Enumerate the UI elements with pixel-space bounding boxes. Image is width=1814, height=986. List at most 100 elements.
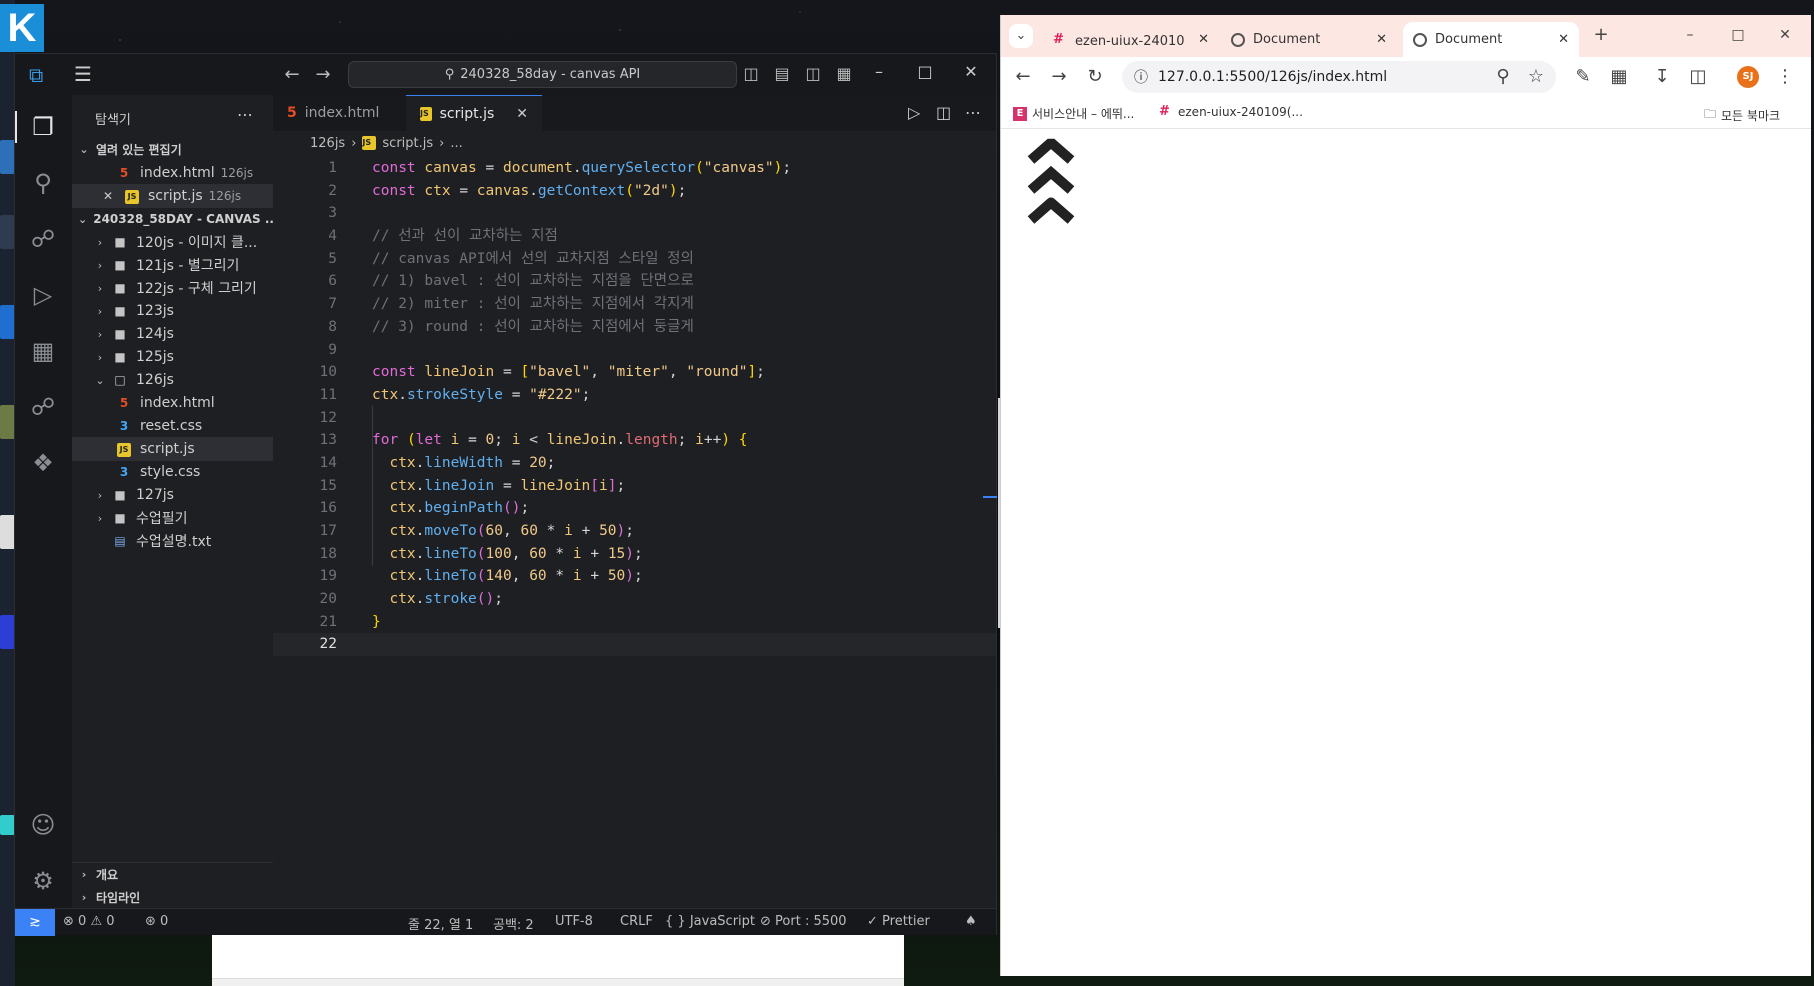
more-actions-icon[interactable]: ⋯ (965, 103, 981, 122)
git-graph-icon[interactable]: ☍ (25, 389, 61, 425)
live-server-port[interactable]: ⊘ Port : 5500 (760, 914, 847, 929)
source-control-icon[interactable]: ☍ (25, 221, 61, 257)
code-token: "bavel" (529, 364, 591, 381)
minimize-button[interactable]: – (1678, 23, 1702, 47)
close-icon[interactable]: ✕ (1198, 32, 1209, 47)
desktop-shortcut-icon[interactable] (0, 405, 15, 439)
tree-file-item[interactable]: 3 style.css (72, 460, 273, 484)
search-icon[interactable]: ⚲ (25, 165, 61, 201)
tab-script-js[interactable]: JS script.js ✕ (406, 95, 542, 131)
open-editors-section[interactable]: ⌄ 열려 있는 편집기 (72, 137, 273, 161)
all-bookmarks[interactable]: 🗀 모든 북마크 (1704, 105, 1780, 126)
indentation[interactable]: 공백: 2 (493, 914, 534, 933)
customize-layout-icon[interactable]: ▦ (833, 64, 855, 84)
download-icon[interactable]: ↧ (1650, 65, 1674, 89)
kebab-menu-icon[interactable]: ⋮ (1773, 65, 1797, 89)
close-icon[interactable]: ✕ (1376, 32, 1387, 47)
breadcrumb-file[interactable]: script.js (382, 136, 433, 151)
notifications-bell-icon[interactable]: ♠ (965, 914, 977, 929)
desktop-shortcut-icon[interactable] (0, 815, 15, 835)
prettier-status[interactable]: ✓ Prettier (867, 914, 930, 929)
reload-icon[interactable]: ↻ (1083, 65, 1107, 89)
browser-tab[interactable]: # ezen-uiux-240109(지 ✕ (1043, 22, 1219, 57)
open-editor-item[interactable]: ✕ JS script.js 126js (72, 184, 273, 208)
breadcrumb-folder[interactable]: 126js (310, 136, 345, 151)
bookmark-item[interactable]: # ezen-uiux-240109(... (1159, 105, 1303, 120)
desktop-shortcut-icon[interactable] (0, 515, 15, 549)
toggle-panel-icon[interactable]: ▤ (771, 64, 793, 84)
run-icon[interactable]: ▷ (908, 103, 920, 122)
tree-folder-item[interactable]: › ■ 123js (72, 299, 273, 323)
tab-search-chevron-icon[interactable]: ⌄ (1009, 24, 1033, 48)
tree-folder-item[interactable]: › ■ 122js - 구체 그리기 (72, 276, 273, 300)
minimize-button[interactable]: – (864, 62, 894, 81)
remote-explorer-icon[interactable]: ❖ (25, 445, 61, 481)
desktop-shortcut-icon[interactable] (0, 140, 15, 174)
extensions-puzzle-icon[interactable]: ▦ (1607, 65, 1631, 89)
close-icon[interactable]: ✕ (516, 106, 528, 122)
chevron-right-icon: › (81, 890, 87, 904)
run-debug-icon[interactable]: ▷ (25, 277, 61, 313)
ports-indicator[interactable]: ⊛ 0 (145, 914, 168, 929)
close-icon[interactable]: ✕ (1558, 32, 1569, 47)
side-panel-icon[interactable]: ◫ (1686, 65, 1710, 89)
profile-avatar[interactable]: SJ (1737, 66, 1759, 88)
zoom-icon[interactable]: ⚲ (1491, 65, 1515, 89)
browser-tab-active[interactable]: Document ✕ (1403, 22, 1579, 57)
new-tab-plus-icon[interactable]: + (1589, 23, 1613, 47)
extension-icon[interactable]: ✎ (1571, 65, 1595, 89)
tree-folder-item[interactable]: › ■ 수업필기 (72, 506, 273, 530)
split-editor-icon[interactable]: ◫ (936, 103, 951, 122)
explorer-icon[interactable]: ❐ (15, 109, 61, 145)
forward-arrow-icon[interactable]: → (1047, 65, 1071, 89)
browser-tab[interactable]: Document ✕ (1221, 22, 1397, 57)
tree-folder-item[interactable]: ⌄ □ 126js (72, 368, 273, 392)
bookmark-star-icon[interactable]: ☆ (1524, 65, 1548, 89)
breadcrumb-symbol[interactable]: ... (450, 136, 462, 151)
back-arrow-icon[interactable]: ← (1011, 65, 1035, 89)
language-mode[interactable]: { } JavaScript (665, 914, 755, 929)
bookmark-item[interactable]: E 서비스안내 – 에뛰... (1013, 105, 1134, 122)
remote-indicator-icon[interactable]: ≳ (15, 908, 55, 936)
site-info-icon[interactable]: ⓘ (1134, 67, 1148, 87)
tree-file-item[interactable]: 3 reset.css (72, 414, 273, 438)
tree-folder-item[interactable]: › ■ 124js (72, 322, 273, 346)
toggle-sidebar-icon[interactable]: ◫ (740, 64, 762, 84)
outline-section[interactable]: › 개요 (72, 862, 273, 886)
tree-file-item[interactable]: JS script.js (72, 437, 273, 461)
hamburger-menu-icon[interactable]: ☰ (71, 62, 95, 86)
close-button[interactable]: ✕ (1773, 23, 1797, 47)
end-of-line[interactable]: CRLF (620, 914, 653, 929)
settings-gear-icon[interactable]: ⚙ (25, 863, 61, 899)
forward-arrow-icon[interactable]: → (312, 64, 334, 85)
close-icon[interactable]: ✕ (100, 189, 116, 203)
desktop-app-icon[interactable]: K (0, 4, 44, 52)
more-actions-icon[interactable]: ⋯ (237, 105, 253, 124)
tree-folder-item[interactable]: › ■ 125js (72, 345, 273, 369)
extensions-icon[interactable]: ▦ (25, 333, 61, 369)
tab-index-html[interactable]: 5 index.html (273, 95, 406, 131)
desktop-shortcut-icon[interactable] (0, 305, 15, 339)
maximize-button[interactable]: □ (1726, 23, 1750, 47)
open-editor-item[interactable]: 5 index.html 126js (72, 161, 273, 185)
problems-indicator[interactable]: ⊗ 0 ⚠ 0 (63, 914, 115, 929)
desktop-shortcut-icon[interactable] (0, 215, 15, 249)
workspace-section[interactable]: ⌄ 240328_58DAY - CANVAS ... (72, 207, 273, 231)
cursor-position[interactable]: 줄 22, 열 1 (408, 914, 473, 933)
encoding[interactable]: UTF-8 (555, 914, 593, 929)
code-editor[interactable]: 1 const canvas = document.querySelector("… (273, 157, 996, 657)
back-arrow-icon[interactable]: ← (281, 64, 303, 85)
tree-folder-item[interactable]: › ■ 120js - 이미지 클... (72, 230, 273, 254)
toggle-secondary-sidebar-icon[interactable]: ◫ (802, 64, 824, 84)
tree-file-item[interactable]: 5 index.html (72, 391, 273, 415)
tree-folder-item[interactable]: › ■ 121js - 별그리기 (72, 253, 273, 277)
code-line: 8 // 3) round : 선이 교차하는 지점에서 둥글게 (273, 316, 996, 339)
tree-file-item[interactable]: ▤ 수업설명.txt (72, 529, 273, 553)
command-center-search[interactable]: ⚲ 240328_58day - canvas API (348, 61, 737, 88)
tree-folder-item[interactable]: › ■ 127js (72, 483, 273, 507)
timeline-section[interactable]: › 타임라인 (72, 885, 273, 909)
desktop-shortcut-icon[interactable] (0, 615, 15, 649)
account-icon[interactable]: ☺ (25, 807, 61, 843)
close-button[interactable]: ✕ (956, 62, 986, 81)
maximize-button[interactable]: □ (910, 62, 940, 81)
